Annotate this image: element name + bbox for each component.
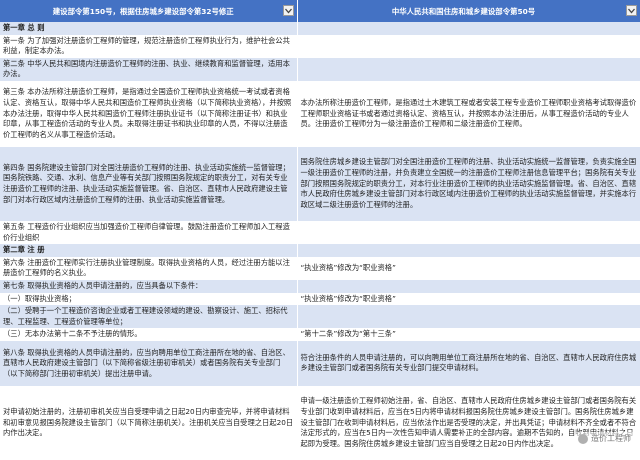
comparison-table: 建设部令第150号，根据住房城乡建设部令第32号修正 中华人民共和国住房和城乡建… xyxy=(0,0,640,460)
chevron-down-icon xyxy=(627,8,635,14)
watermark: 造价工程师 xyxy=(575,432,634,445)
cell-old: （二）受聘于一个工程造价咨询企业或者工程建设领域的建设、勘察设计、施工、招标代理… xyxy=(0,305,298,329)
table-row: 对申请初始注册的，注册初审机关应当自受理申请之日起20日内审查完毕，并将申请材料… xyxy=(0,385,640,460)
header-old-label: 建设部令第150号，根据住房城乡建设部令第32号修正 xyxy=(52,6,234,16)
header-old-regulation: 建设部令第150号，根据住房城乡建设部令第32号修正 xyxy=(0,0,298,22)
cell-old: 第六条 注册造价工程师实行注册执业管理制度。取得执业资格的人员，经过注册方能以注… xyxy=(0,256,298,280)
cell-old: （一）取得执业资格； xyxy=(0,292,298,306)
table-row: 第二章 注 册 xyxy=(0,244,640,257)
cell-old: 第四条 国务院建设主管部门对全国注册造价工程师的注册、执业活动实施统一监督管理；… xyxy=(0,146,298,221)
cell-new: “执业资格”修改为“职业资格” xyxy=(297,292,640,306)
table-row: 第一条 为了加强对注册造价工程师的管理，规范注册造价工程师执业行为，维护社会公共… xyxy=(0,34,640,58)
cell-old: 第五条 工程造价行业组织应当加强造价工程师自律管理。鼓励注册造价工程师加入工程造… xyxy=(0,220,298,245)
table-row: （三）无本办法第十二条不予注册的情形。 “第十二条”修改为“第十三条” xyxy=(0,328,640,341)
cell-new: 本办法所称注册造价工程师，是指通过土木建筑工程或者安装工程专业造价工程师职业资格… xyxy=(297,80,640,147)
cell-new xyxy=(297,279,640,293)
chevron-down-icon xyxy=(284,8,292,14)
cell-old: 第一条 为了加强对注册造价工程师的管理，规范注册造价工程师执业行为，维护社会公共… xyxy=(0,34,298,58)
cell-new xyxy=(297,244,640,257)
table-row: 第四条 国务院建设主管部门对全国注册造价工程师的注册、执业活动实施统一监督管理；… xyxy=(0,146,640,221)
table-row: （一）取得执业资格； “执业资格”修改为“职业资格” xyxy=(0,292,640,306)
cell-new: “执业资格”修改为“职业资格” xyxy=(297,256,640,280)
header-new-regulation: 中华人民共和国住房和城乡建设部令第50号 xyxy=(297,0,640,22)
cell-old: 第二条 中华人民共和国境内注册造价工程师的注册、执业、继续教育和监督管理，适用本… xyxy=(0,57,298,81)
header-row: 建设部令第150号，根据住房城乡建设部令第32号修正 中华人民共和国住房和城乡建… xyxy=(0,0,640,22)
cell-new xyxy=(297,34,640,58)
table-row: 第七条 取得执业资格的人员申请注册的，应当具备以下条件： xyxy=(0,279,640,293)
cell-old: 第七条 取得执业资格的人员申请注册的，应当具备以下条件： xyxy=(0,279,298,293)
cell-new: 符合注册条件的人员申请注册的，可以向聘用单位工商注册所在地的省、自治区、直辖市人… xyxy=(297,340,640,386)
table-row: 第五条 工程造价行业组织应当加强造价工程师自律管理。鼓励注册造价工程师加入工程造… xyxy=(0,220,640,245)
header-new-label: 中华人民共和国住房和城乡建设部令第50号 xyxy=(391,6,536,16)
cell-new xyxy=(297,220,640,245)
cell-old: 第二章 注 册 xyxy=(0,244,298,257)
comparison-sheet: 建设部令第150号，根据住房城乡建设部令第32号修正 中华人民共和国住房和城乡建… xyxy=(0,0,640,460)
cell-new xyxy=(297,22,640,35)
cell-old: 第一章 总 则 xyxy=(0,22,298,35)
table-row: 第八条 取得执业资格的人员申请注册的，应当向聘用单位工商注册所在地的省、自治区、… xyxy=(0,340,640,386)
wechat-icon xyxy=(578,433,588,444)
table-row: 第六条 注册造价工程师实行注册执业管理制度。取得执业资格的人员，经过注册方能以注… xyxy=(0,256,640,280)
filter-dropdown-button[interactable] xyxy=(282,5,294,16)
cell-new: 国务院住房城乡建设主管部门对全国注册造价工程师的注册、执业活动实施统一监督管理，… xyxy=(297,146,640,221)
watermark-text: 造价工程师 xyxy=(591,434,631,443)
table-row: （二）受聘于一个工程造价咨询企业或者工程建设领域的建设、勘察设计、施工、招标代理… xyxy=(0,305,640,329)
filter-dropdown-button[interactable] xyxy=(625,5,637,16)
cell-old: （三）无本办法第十二条不予注册的情形。 xyxy=(0,328,298,341)
cell-new xyxy=(297,305,640,329)
cell-old: 第三条 本办法所称注册造价工程师，是指通过全国造价工程师执业资格统一考试或者资格… xyxy=(0,80,298,147)
table-row: 第二条 中华人民共和国境内注册造价工程师的注册、执业、继续教育和监督管理，适用本… xyxy=(0,57,640,81)
cell-new: “第十二条”修改为“第十三条” xyxy=(297,328,640,341)
cell-new xyxy=(297,57,640,81)
table-row: 第一章 总 则 xyxy=(0,22,640,35)
cell-old: 对申请初始注册的，注册初审机关应当自受理申请之日起20日内审查完毕，并将申请材料… xyxy=(0,385,298,460)
table-row: 第三条 本办法所称注册造价工程师，是指通过全国造价工程师执业资格统一考试或者资格… xyxy=(0,80,640,147)
cell-old: 第八条 取得执业资格的人员申请注册的，应当向聘用单位工商注册所在地的省、自治区、… xyxy=(0,340,298,386)
cell-new: 申请一级注册造价工程师初始注册，省、自治区、直辖市人民政府住房城乡建设主管部门或… xyxy=(297,385,640,460)
